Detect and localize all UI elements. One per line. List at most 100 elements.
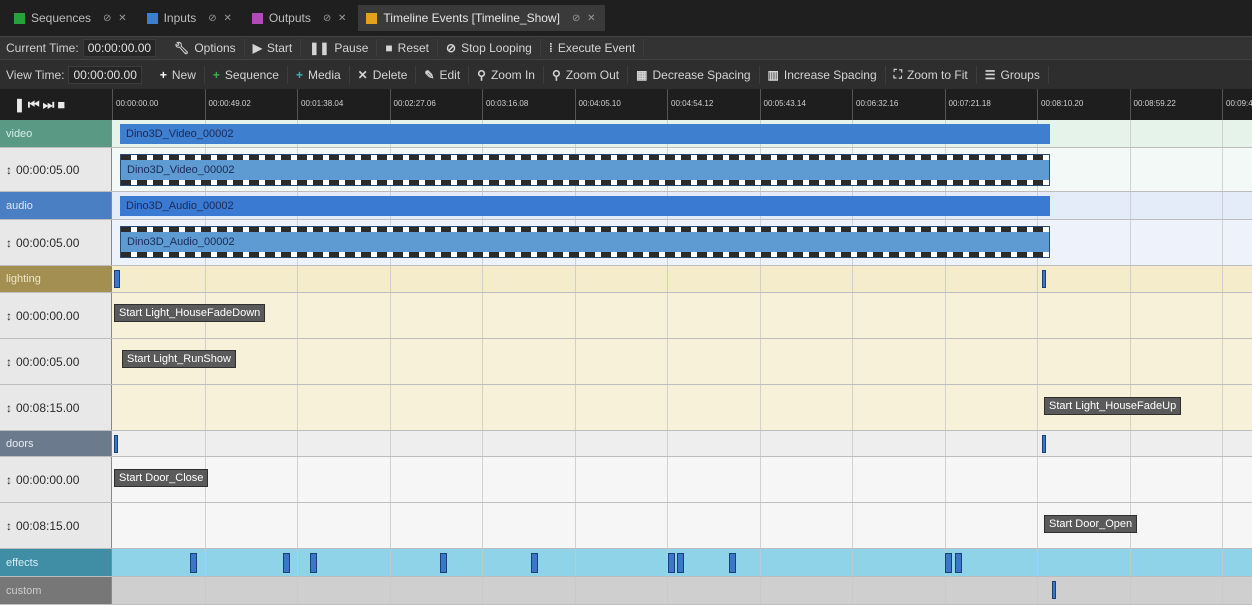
track-effects[interactable]: effects: [0, 549, 1252, 577]
effect-marker[interactable]: [668, 553, 675, 573]
resize-icon: ↕: [6, 518, 12, 533]
event-label[interactable]: Start Door_Close: [114, 469, 209, 487]
effect-marker[interactable]: [677, 553, 684, 573]
execute-event-button[interactable]: ⁞ Execute Event: [541, 39, 645, 57]
effect-marker[interactable]: [729, 553, 736, 573]
grid-line: [574, 503, 576, 548]
decrease-spacing-button[interactable]: ▦ Decrease Spacing: [628, 65, 760, 84]
zoom-in-button[interactable]: ⚲ Zoom In: [469, 65, 544, 84]
groups-label: Groups: [1000, 67, 1040, 82]
view-time-field[interactable]: 00:00:00.00: [68, 65, 142, 84]
tab-label: Timeline Events [Timeline_Show]: [383, 11, 560, 25]
effect-marker[interactable]: [310, 553, 317, 573]
plus-icon: +: [159, 67, 167, 82]
event-marker[interactable]: [114, 435, 118, 453]
event-time-value: 00:08:15.00: [16, 518, 80, 533]
grid-line: [574, 577, 576, 604]
track-video[interactable]: video Dino3D_Video_00002: [0, 120, 1252, 148]
event-label[interactable]: Start Light_RunShow: [122, 350, 236, 368]
track-lighting[interactable]: lighting: [0, 266, 1252, 293]
pin-close-icon[interactable]: ⊘ ✕: [208, 13, 234, 24]
lane: Dino3D_Audio_00002: [112, 192, 1252, 219]
grid-line: [759, 266, 761, 292]
sequence-button[interactable]: + Sequence: [205, 65, 288, 84]
zoom-to-fit-button[interactable]: ⛶ Zoom to Fit: [886, 65, 977, 84]
track-header-doors[interactable]: doors: [0, 431, 112, 456]
grid-line: [759, 385, 761, 430]
pause-icon[interactable]: ❚: [14, 97, 28, 113]
grid-line: [482, 431, 483, 456]
grid-line: [297, 266, 298, 292]
ruler-tick-label: 00:09:4: [1226, 99, 1252, 108]
options-button[interactable]: 🔧︎ Options: [166, 39, 245, 57]
event-label[interactable]: Start Light_HouseFadeDown: [114, 304, 266, 322]
tab-inputs[interactable]: Inputs ⊘ ✕: [139, 5, 242, 31]
start-button[interactable]: ▶ Start: [245, 39, 302, 57]
pin-close-icon[interactable]: ⊘ ✕: [572, 13, 598, 24]
video-clip-bar[interactable]: Dino3D_Video_00002: [120, 124, 1050, 144]
event-time-value: 00:00:05.00: [16, 235, 80, 250]
track-header-video[interactable]: video: [0, 120, 112, 147]
effect-marker[interactable]: [955, 553, 962, 573]
effect-marker[interactable]: [531, 553, 538, 573]
reset-button[interactable]: ■ Reset: [377, 39, 439, 57]
skip-end-icon[interactable]: ⏭︎: [43, 97, 58, 113]
delete-button[interactable]: ✕ Delete: [350, 65, 417, 84]
stop-icon[interactable]: ■: [57, 97, 68, 112]
grid-line: [1037, 577, 1038, 604]
event-marker[interactable]: [1042, 435, 1046, 453]
track-doors[interactable]: doors: [0, 431, 1252, 457]
increase-spacing-button[interactable]: ▥ Increase Spacing: [760, 65, 886, 84]
zoom-out-button[interactable]: ⚲ Zoom Out: [544, 65, 629, 84]
new-button[interactable]: + New: [152, 65, 205, 84]
event-marker[interactable]: [114, 270, 120, 288]
video-media-clip[interactable]: Dino3D_Video_00002: [120, 154, 1050, 186]
effect-marker[interactable]: [283, 553, 290, 573]
magnifier-plus-icon: ⚲: [477, 67, 486, 82]
skip-start-icon[interactable]: ⏮︎: [28, 97, 43, 113]
grid-line: [389, 503, 391, 548]
edit-button[interactable]: ✎ Edit: [416, 65, 470, 84]
tab-sequences[interactable]: Sequences ⊘ ✕: [6, 5, 137, 31]
grid-line: [204, 549, 206, 576]
track-custom[interactable]: custom: [0, 577, 1252, 605]
resize-icon: ↕: [6, 308, 12, 323]
grid-line: [574, 293, 576, 338]
pin-close-icon[interactable]: ⊘ ✕: [103, 13, 129, 24]
grid-line: [389, 293, 391, 338]
pin-close-icon[interactable]: ⊘ ✕: [323, 13, 349, 24]
track-header-audio[interactable]: audio: [0, 192, 112, 219]
effect-marker[interactable]: [945, 553, 952, 573]
event-marker[interactable]: [1042, 270, 1046, 288]
track-audio[interactable]: audio Dino3D_Audio_00002: [0, 192, 1252, 220]
event-label[interactable]: Start Light_HouseFadeUp: [1044, 397, 1182, 415]
audio-media-clip[interactable]: Dino3D_Audio_00002: [120, 226, 1050, 258]
event-label[interactable]: Start Door_Open: [1044, 515, 1138, 533]
event-row: ↕ 00:00:00.00 Start Light_HouseFadeDown: [0, 293, 1252, 339]
current-time-field[interactable]: 00:00:00.00: [82, 39, 157, 57]
grid-line: [667, 431, 668, 456]
grid-line: [1222, 385, 1223, 430]
track-header-effects[interactable]: effects: [0, 549, 112, 576]
track-header-custom[interactable]: custom: [0, 577, 112, 604]
grid-line: [1129, 339, 1131, 384]
outputs-icon: [251, 12, 263, 24]
grid-line: [944, 457, 946, 502]
groups-button[interactable]: ☰ Groups: [977, 65, 1049, 84]
tab-timeline-events[interactable]: Timeline Events [Timeline_Show] ⊘ ✕: [358, 5, 606, 31]
media-button[interactable]: + Media: [288, 65, 350, 84]
lane: Start Light_HouseFadeDown: [112, 293, 1252, 338]
audio-clip-bar[interactable]: Dino3D_Audio_00002: [120, 196, 1050, 216]
stop-looping-button[interactable]: ⊘ Stop Looping: [438, 39, 541, 57]
execute-icon: ⁞: [548, 41, 553, 55]
effect-marker[interactable]: [190, 553, 197, 573]
pause-button[interactable]: ❚❚ Pause: [301, 39, 378, 57]
grid-line: [389, 266, 391, 292]
tab-outputs[interactable]: Outputs ⊘ ✕: [244, 5, 357, 31]
effect-marker[interactable]: [440, 553, 447, 573]
event-time-value: 00:00:00.00: [16, 308, 80, 323]
track-header-lighting[interactable]: lighting: [0, 266, 112, 292]
grid-line: [389, 549, 391, 576]
event-marker[interactable]: [1052, 581, 1056, 599]
current-time-label: Current Time:: [6, 41, 79, 55]
